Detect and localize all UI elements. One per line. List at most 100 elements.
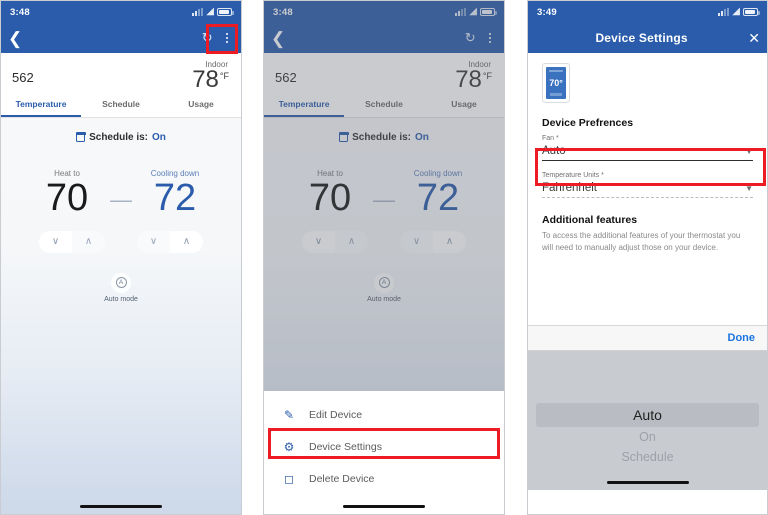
field-temperature-units-row[interactable]: Fahrenheit ▼	[542, 182, 753, 198]
schedule-status[interactable]: Schedule is: On	[1, 132, 241, 143]
tab-temperature[interactable]: Temperature	[1, 99, 81, 117]
cool-decrease-button[interactable]: ∨	[137, 231, 170, 253]
cool-increase-button[interactable]: ∧	[170, 230, 203, 253]
setpoint-row: Heat to 70 — Cooling down 72	[1, 169, 241, 217]
chevron-down-icon[interactable]: ▼	[745, 147, 753, 156]
cool-value: 72	[153, 176, 197, 219]
cool-increase-button-2[interactable]: ∧	[433, 230, 466, 253]
schedule-prefix: Schedule is:	[89, 131, 148, 143]
menu-item-edit-device[interactable]: ✎ Edit Device	[264, 399, 504, 431]
app-bar-3: Device Settings ✕	[528, 23, 767, 53]
home-indicator-2	[264, 505, 504, 508]
cool-stepper-2: ∨ ∧	[400, 230, 466, 253]
wifi-icon: ◢	[206, 6, 214, 17]
heat-increase-button[interactable]: ∧	[72, 231, 105, 253]
kebab-menu-icon[interactable]	[485, 31, 495, 45]
menu-item-delete-device-label: Delete Device	[309, 473, 375, 485]
schedule-state-2: On	[415, 131, 429, 143]
app-bar-actions: ↻	[202, 31, 234, 45]
tab-temperature-2[interactable]: Temperature	[264, 99, 344, 117]
close-x-icon[interactable]: ✕	[748, 31, 760, 45]
tab-schedule-2[interactable]: Schedule	[344, 99, 424, 117]
fan-picker-wheel[interactable]: Auto On Schedule	[528, 351, 767, 490]
phone-screen-3: 3:49 ◢ Device Settings ✕ 70° Device Pref…	[527, 0, 768, 515]
cool-decrease-button-2[interactable]: ∨	[400, 231, 433, 253]
heat-decrease-button-2[interactable]: ∨	[302, 230, 335, 253]
heat-increase-button-2[interactable]: ∧	[335, 231, 368, 253]
refresh-icon[interactable]: ↻	[202, 31, 213, 44]
signal-bars-icon	[192, 8, 204, 16]
calendar-icon	[338, 132, 349, 142]
device-id-2: 562	[275, 70, 297, 85]
back-chevron-icon[interactable]: ❮	[271, 30, 285, 47]
indoor-temperature-2: 78°F	[455, 68, 492, 92]
phone-screen-2: 3:48 ◢ ❮ ↻ 562 Indoor 78°F Temperature S…	[263, 0, 505, 515]
thermostat-screen: 70°	[546, 67, 566, 99]
battery-icon	[217, 8, 234, 16]
battery-icon	[480, 8, 497, 16]
tab-usage-2[interactable]: Usage	[424, 99, 504, 117]
status-time: 3:48	[10, 6, 30, 18]
heat-value-2: 70	[308, 176, 352, 219]
heat-value: 70	[45, 176, 89, 219]
chevron-down-icon[interactable]: ▼	[745, 184, 753, 193]
status-icons-3: ◢	[718, 6, 760, 17]
settings-content: 70° Device Prefrences Fan * Auto ▼ Tempe…	[528, 53, 767, 325]
field-fan[interactable]: Fan * Auto ▼	[542, 135, 753, 161]
tab-bar-2: Temperature Schedule Usage	[264, 91, 504, 117]
picker-option-schedule[interactable]: Schedule	[528, 447, 767, 467]
tab-bar: Temperature Schedule Usage	[1, 91, 241, 117]
cool-value-2: 72	[416, 176, 460, 219]
picker-toolbar: Done	[528, 325, 767, 351]
indoor-temperature: 78°F	[192, 68, 229, 92]
wifi-icon: ◢	[469, 6, 477, 17]
setpoint-row-2: Heat to 70 — Cooling down 72	[264, 169, 504, 217]
menu-item-device-settings[interactable]: ⚙ Device Settings	[264, 431, 504, 463]
refresh-icon[interactable]: ↻	[465, 31, 476, 44]
stepper-row: ∨ ∧ ∨ ∧	[1, 230, 241, 253]
menu-item-edit-device-label: Edit Device	[309, 409, 363, 421]
field-fan-label: Fan *	[542, 135, 559, 142]
status-bar-2: 3:48 ◢	[264, 1, 504, 23]
field-temperature-units-value: Fahrenheit	[542, 182, 597, 194]
status-bar-3: 3:49 ◢	[528, 1, 767, 23]
auto-mode-badge: A	[115, 277, 127, 289]
indoor-temp-unit: °F	[219, 71, 229, 81]
done-button[interactable]: Done	[728, 332, 756, 344]
additional-features-description: To access the additional features of you…	[542, 231, 741, 252]
indoor-readout: Indoor 78°F	[192, 60, 230, 92]
heat-decrease-button[interactable]: ∨	[39, 230, 72, 253]
menu-item-delete-device[interactable]: ◻ Delete Device	[264, 463, 504, 495]
status-time-3: 3:49	[537, 6, 557, 18]
mode-indicator-2[interactable]: A Auto mode	[264, 272, 504, 303]
schedule-prefix-2: Schedule is:	[352, 131, 411, 143]
tab-usage[interactable]: Usage	[161, 99, 241, 117]
field-fan-value: Auto	[542, 145, 566, 157]
signal-bars-icon	[718, 8, 730, 16]
picker-option-auto[interactable]: Auto	[536, 403, 759, 427]
cool-setpoint: Cooling down 72	[132, 169, 218, 217]
indoor-temp-unit-2: °F	[482, 71, 492, 81]
home-indicator-3	[528, 481, 767, 484]
back-chevron-icon[interactable]: ❮	[8, 30, 22, 47]
mode-indicator[interactable]: A Auto mode	[1, 272, 241, 303]
trash-icon: ◻	[284, 472, 294, 486]
wifi-icon: ◢	[732, 6, 740, 17]
field-fan-row[interactable]: Auto ▼	[542, 145, 753, 161]
picker-option-on[interactable]: On	[528, 427, 767, 447]
tab-schedule[interactable]: Schedule	[81, 99, 161, 117]
kebab-menu-icon[interactable]	[222, 31, 232, 45]
thermostat-body: Schedule is: On Heat to 70 — Cooling dow…	[1, 117, 241, 514]
auto-mode-badge-2: A	[378, 277, 390, 289]
signal-bars-icon	[455, 8, 467, 16]
page-title: Device Settings	[595, 31, 688, 45]
schedule-status-2[interactable]: Schedule is: On	[264, 132, 504, 143]
schedule-state: On	[152, 131, 166, 143]
phone-screen-1: 3:48 ◢ ❮ ↻ 562 Indoor 78°F Temperature S…	[0, 0, 242, 515]
thermostat-thumbnail: 70°	[542, 63, 570, 103]
auto-mode-label: Auto mode	[104, 295, 138, 303]
field-temperature-units[interactable]: Temperature Units * Fahrenheit ▼	[542, 172, 753, 198]
stepper-row-2: ∨ ∧ ∨ ∧	[264, 230, 504, 253]
heat-setpoint-2: Heat to 70	[287, 169, 373, 217]
gear-icon: ⚙	[283, 440, 295, 454]
